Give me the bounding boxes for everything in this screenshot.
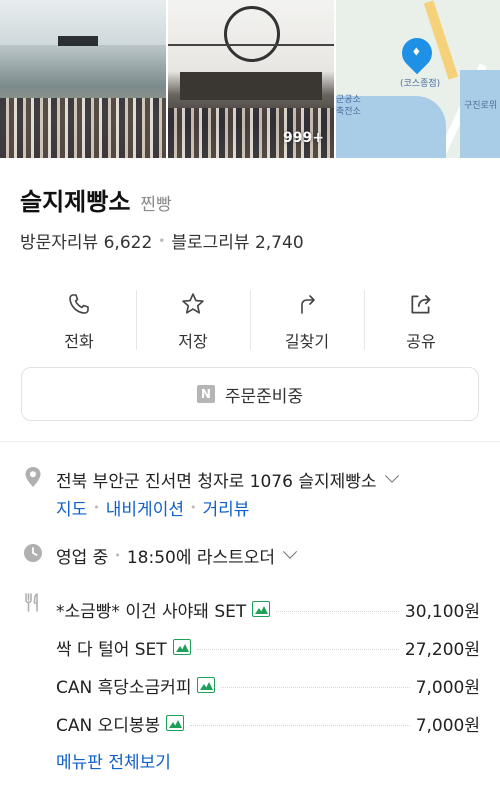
place-header: 슬지제빵소 찐빵 [20, 182, 172, 217]
place-category: 찐빵 [140, 195, 172, 215]
navigation-link[interactable]: 내비게이션 [106, 495, 184, 520]
chevron-down-icon[interactable] [283, 544, 298, 559]
map-label: 축전소 [336, 107, 361, 117]
menu-item-name: CAN 오디봉봉 [56, 715, 161, 736]
address-row[interactable]: 전북 부안군 진서면 청자로 1076 슬지제빵소 [56, 467, 399, 492]
order-label: 주문준비중 [224, 386, 304, 407]
blog-reviews-link[interactable]: 블로그리뷰 2,740 [171, 228, 303, 253]
directions-icon [293, 290, 321, 318]
address-links: 지도 • 내비게이션 • 거리뷰 [56, 495, 249, 520]
menu-item-name: *소금빵* 이건 사야돼 SET [56, 601, 247, 622]
menu-item[interactable]: CAN 오디봉봉 7,000원 [56, 704, 480, 742]
review-counts: 방문자리뷰 6,622 • 블로그리뷰 2,740 [20, 228, 304, 253]
street-view-link[interactable]: 거리뷰 [202, 495, 249, 520]
map-thumbnail[interactable]: ♦ (코스종점) 군공소 축전소 구진로위 [334, 0, 500, 158]
address-text: 전북 부안군 진서면 청자로 1076 슬지제빵소 [56, 472, 377, 492]
menu-item-name: 싹 다 털어 SET [56, 639, 167, 660]
share-button[interactable]: 공유 [364, 288, 478, 352]
image-icon [172, 639, 191, 655]
separator-dot: • [158, 233, 166, 248]
save-button[interactable]: 저장 [136, 288, 250, 352]
utensils-icon [22, 591, 44, 613]
star-icon [179, 290, 207, 318]
menu-item-price: 7,000원 [415, 677, 480, 698]
menu-item-name: CAN 흑당소금커피 [56, 677, 192, 698]
order-button[interactable]: N 주문준비중 [21, 367, 479, 421]
location-pin-icon [22, 466, 44, 488]
dotted-leader [190, 724, 410, 726]
dotted-leader [196, 648, 399, 650]
naver-order-icon: N [196, 385, 215, 403]
phone-icon [65, 290, 93, 318]
separator-dot: • [189, 501, 197, 514]
photo-count-badge: 999+ [283, 130, 324, 146]
menu-list: *소금빵* 이건 사야돼 SET 30,100원 싹 다 털어 SET 27,2… [56, 590, 480, 742]
share-label: 공유 [406, 332, 436, 351]
view-full-menu-link[interactable]: 메뉴판 전체보기 [56, 748, 171, 773]
business-status: 영업 중 [56, 548, 109, 568]
map-link[interactable]: 지도 [56, 495, 87, 520]
menu-item-price: 30,100원 [404, 601, 480, 622]
visitor-reviews-link[interactable]: 방문자리뷰 6,622 [20, 228, 152, 253]
map-pin-icon: ♦ [395, 31, 439, 75]
directions-label: 길찾기 [284, 332, 330, 351]
image-icon [252, 601, 271, 617]
hours-row[interactable]: 영업 중 • 18:50에 라스트오더 [56, 543, 298, 568]
image-icon [197, 677, 216, 693]
clock-icon [22, 542, 44, 564]
call-label: 전화 [64, 332, 94, 351]
last-order-text: 18:50에 라스트오더 [126, 548, 276, 568]
separator-dot: • [93, 501, 100, 514]
separator-dot: • [114, 549, 121, 562]
share-icon [407, 290, 435, 318]
map-label-pin: (코스종점) [400, 79, 441, 89]
photo-interior[interactable] [0, 0, 166, 158]
dotted-leader [221, 686, 410, 688]
menu-item-price: 27,200원 [404, 639, 480, 660]
photo-exterior[interactable]: 999+ [166, 0, 334, 158]
menu-item[interactable]: CAN 흑당소금커피 7,000원 [56, 666, 480, 704]
chevron-down-icon[interactable] [384, 468, 399, 483]
section-divider [0, 441, 500, 442]
call-button[interactable]: 전화 [22, 288, 136, 352]
menu-item[interactable]: *소금빵* 이건 사야돼 SET 30,100원 [56, 590, 480, 628]
action-bar: 전화 저장 길찾기 공유 [22, 288, 478, 352]
dotted-leader [276, 610, 399, 612]
place-name: 슬지제빵소 [20, 188, 131, 216]
photo-strip: 999+ ♦ (코스종점) 군공소 축전소 구진로위 [0, 0, 500, 158]
menu-item[interactable]: 싹 다 털어 SET 27,200원 [56, 628, 480, 666]
directions-button[interactable]: 길찾기 [250, 288, 364, 352]
save-label: 저장 [178, 332, 208, 351]
menu-item-price: 7,000원 [415, 715, 480, 736]
image-icon [166, 715, 185, 731]
map-label: 구진로위 [464, 101, 498, 111]
